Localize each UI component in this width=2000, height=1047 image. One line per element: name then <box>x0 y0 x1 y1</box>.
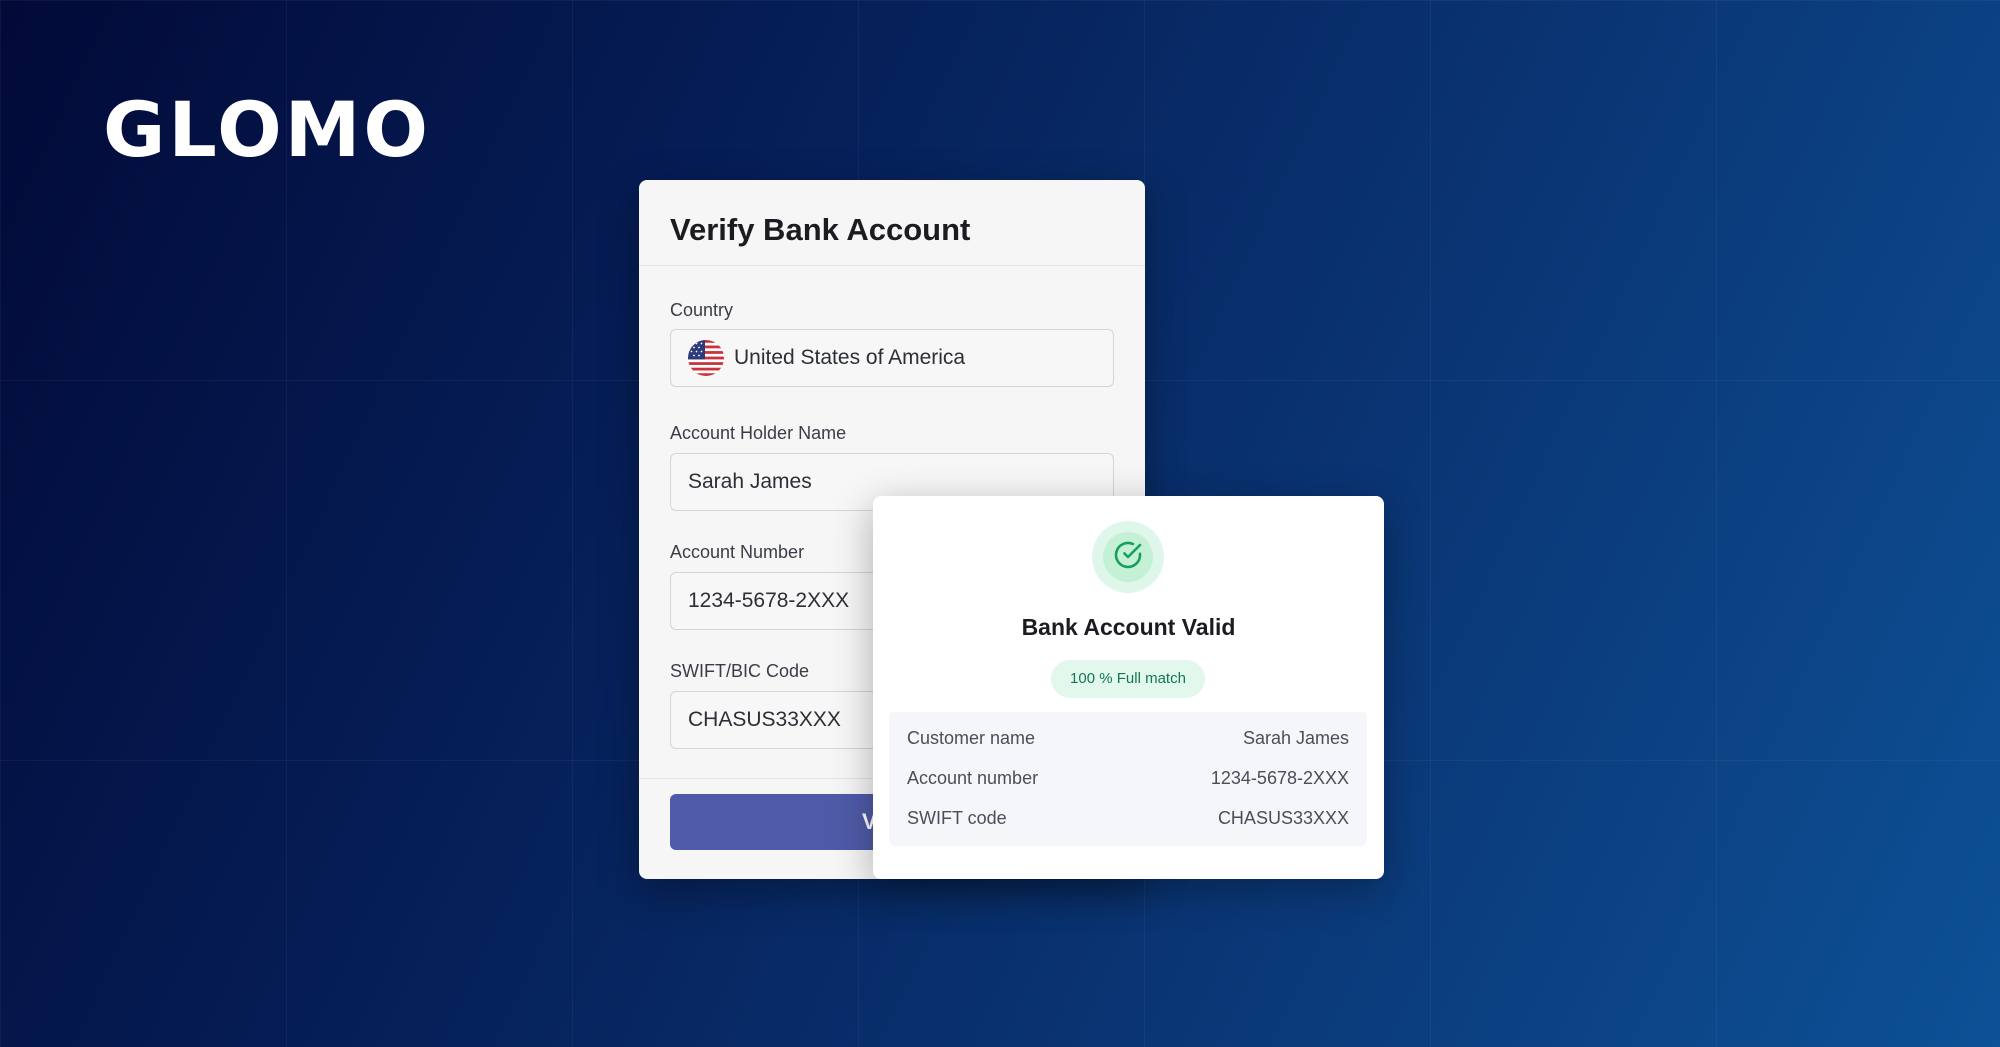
brand-logo: GLOMO <box>103 85 431 174</box>
detail-row: SWIFT code CHASUS33XXX <box>907 808 1349 832</box>
holder-name-label: Account Holder Name <box>670 423 847 443</box>
account-number-label: Account Number <box>670 542 805 562</box>
result-title: Bank Account Valid <box>1021 614 1236 640</box>
detail-label: Customer name <box>907 728 1036 748</box>
swift-code-label: SWIFT/BIC Code <box>670 661 810 681</box>
detail-row: Customer name Sarah James <box>907 728 1349 752</box>
detail-label: Account number <box>907 768 1039 788</box>
detail-value: 1234-5678-2XXX <box>1210 768 1349 788</box>
detail-value: CHASUS33XXX <box>1217 808 1349 828</box>
swift-code-value: CHASUS33XXX <box>688 708 841 731</box>
country-select[interactable]: United States of America <box>670 329 1114 387</box>
header-divider <box>639 265 1145 266</box>
success-badge <box>1092 521 1164 593</box>
detail-row: Account number 1234-5678-2XXX <box>907 768 1349 792</box>
match-badge: 100 % Full match <box>1051 660 1205 698</box>
account-number-value: 1234-5678-2XXX <box>688 589 850 612</box>
country-label: Country <box>670 300 734 320</box>
detail-value: Sarah James <box>1242 728 1349 748</box>
holder-name-value: Sarah James <box>688 470 812 493</box>
form-title: Verify Bank Account <box>670 212 971 247</box>
check-circle-icon <box>1112 539 1144 576</box>
country-value: United States of America <box>734 346 966 369</box>
us-flag-icon <box>688 340 724 376</box>
detail-label: SWIFT code <box>907 808 1007 828</box>
validation-result-popup: Bank Account Valid 100 % Full match Cust… <box>873 496 1384 879</box>
account-details-panel: Customer name Sarah James Account number… <box>889 712 1367 846</box>
